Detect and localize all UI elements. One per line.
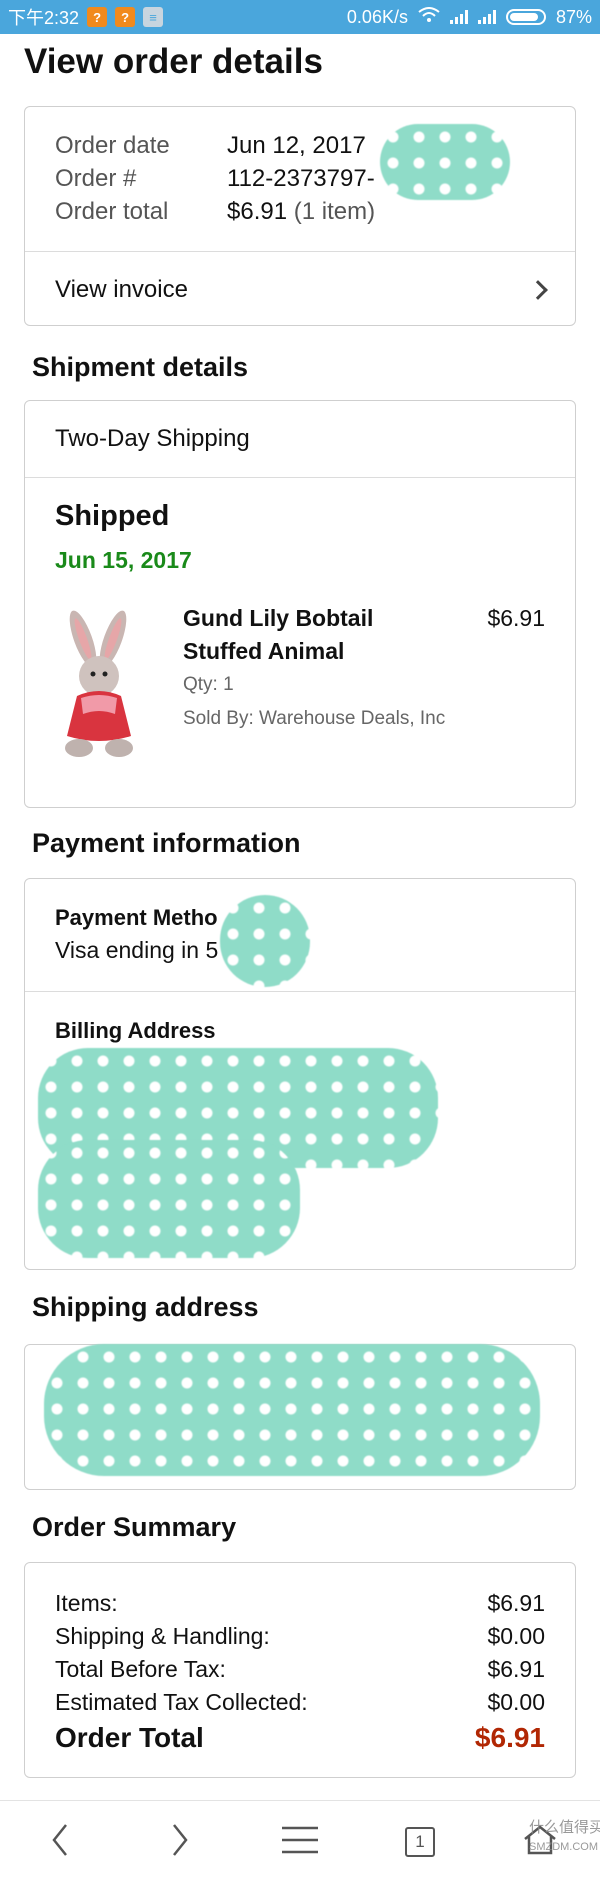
summary-value: $6.91 (487, 1590, 545, 1616)
summary-label: Shipping & Handling: (55, 1623, 270, 1649)
product-seller: Sold By: Warehouse Deals, Inc (183, 708, 446, 729)
redaction-mark (380, 124, 510, 200)
chevron-right-icon (170, 1823, 190, 1862)
order-summary-section-title: Order Summary (32, 1512, 237, 1542)
notification-icon: ? (115, 7, 136, 27)
home-button[interactable]: 什么值得买 SMZDM.COM (510, 1812, 600, 1872)
watermark-text: 什么值得买 SMZDM.COM (528, 1819, 600, 1853)
order-total-summary-value: $6.91 (474, 1722, 545, 1753)
message-icon: ≡ (143, 7, 164, 27)
notification-icon: ? (87, 7, 108, 27)
summary-row: Estimated Tax Collected: $0.00 (55, 1686, 545, 1719)
redaction-mark (44, 1344, 540, 1476)
summary-value: $0.00 (487, 1689, 545, 1715)
order-total-label: Order total (55, 198, 169, 225)
chevron-right-icon (528, 279, 548, 300)
product-name-line1[interactable]: Gund Lily Bobtail (183, 602, 373, 635)
tab-count: 1 (415, 1832, 425, 1851)
summary-label: Items: (55, 1590, 118, 1616)
redaction-mark (220, 895, 310, 987)
status-time: 下午2:32 (8, 8, 80, 28)
shipment-section-title: Shipment details (32, 352, 249, 382)
battery-level: 87% (555, 6, 592, 27)
redaction-mark (38, 1140, 300, 1258)
back-button[interactable] (30, 1812, 90, 1872)
shipping-address-section-title: Shipping address (32, 1292, 259, 1322)
status-bar: 下午2:32 ? ? ≡ 0.06K/s 87% (0, 0, 600, 34)
order-item-count: (1 item) (293, 198, 376, 225)
battery-icon (505, 9, 546, 25)
order-total-summary-label: Order Total (55, 1722, 204, 1753)
wifi-icon (418, 6, 440, 28)
menu-button[interactable] (270, 1812, 330, 1872)
product-qty: Qty: 1 (183, 674, 234, 695)
signal-icon (477, 10, 496, 24)
product-price: $6.91 (487, 605, 545, 631)
chevron-left-icon (50, 1823, 70, 1862)
shipment-date: Jun 15, 2017 (55, 547, 192, 573)
summary-value: $0.00 (487, 1623, 545, 1649)
shipment-status: Shipped (55, 500, 170, 532)
order-total-value: $6.91 (227, 198, 288, 225)
order-date-label: Order date (55, 132, 170, 159)
order-total-row: Order Total $6.91 (55, 1719, 545, 1757)
tab-count-icon: 1 (405, 1827, 435, 1857)
hamburger-icon (281, 1825, 319, 1860)
view-invoice-label: View invoice (55, 275, 188, 303)
order-number-value: 112-2373797- (227, 165, 375, 192)
bottom-nav: 1 什么值得买 SMZDM.COM (0, 1800, 600, 1883)
product-name-line2[interactable]: Stuffed Animal (183, 635, 373, 668)
shipping-method: Two-Day Shipping (55, 425, 250, 452)
order-summary-card: Items: $6.91 Shipping & Handling: $0.00 … (24, 1562, 576, 1778)
order-date-value: Jun 12, 2017 (227, 132, 366, 159)
billing-address-label: Billing Address (55, 1018, 216, 1043)
tabs-button[interactable]: 1 (390, 1812, 450, 1872)
summary-label: Total Before Tax: (55, 1656, 226, 1682)
order-number-label: Order # (55, 165, 137, 192)
product-image[interactable] (53, 604, 153, 764)
forward-button[interactable] (150, 1812, 210, 1872)
summary-row: Shipping & Handling: $0.00 (55, 1620, 545, 1653)
summary-value: $6.91 (487, 1656, 545, 1682)
network-speed: 0.06K/s (346, 6, 408, 27)
summary-row: Total Before Tax: $6.91 (55, 1653, 545, 1686)
shipment-card: Two-Day Shipping Shipped Jun 15, 2017 Gu… (24, 400, 576, 808)
signal-icon (449, 10, 468, 24)
summary-row: Items: $6.91 (55, 1587, 545, 1620)
payment-section-title: Payment information (32, 828, 301, 858)
summary-label: Estimated Tax Collected: (55, 1689, 308, 1715)
page-title: View order details (24, 42, 323, 81)
view-invoice-row[interactable]: View invoice (25, 251, 575, 325)
